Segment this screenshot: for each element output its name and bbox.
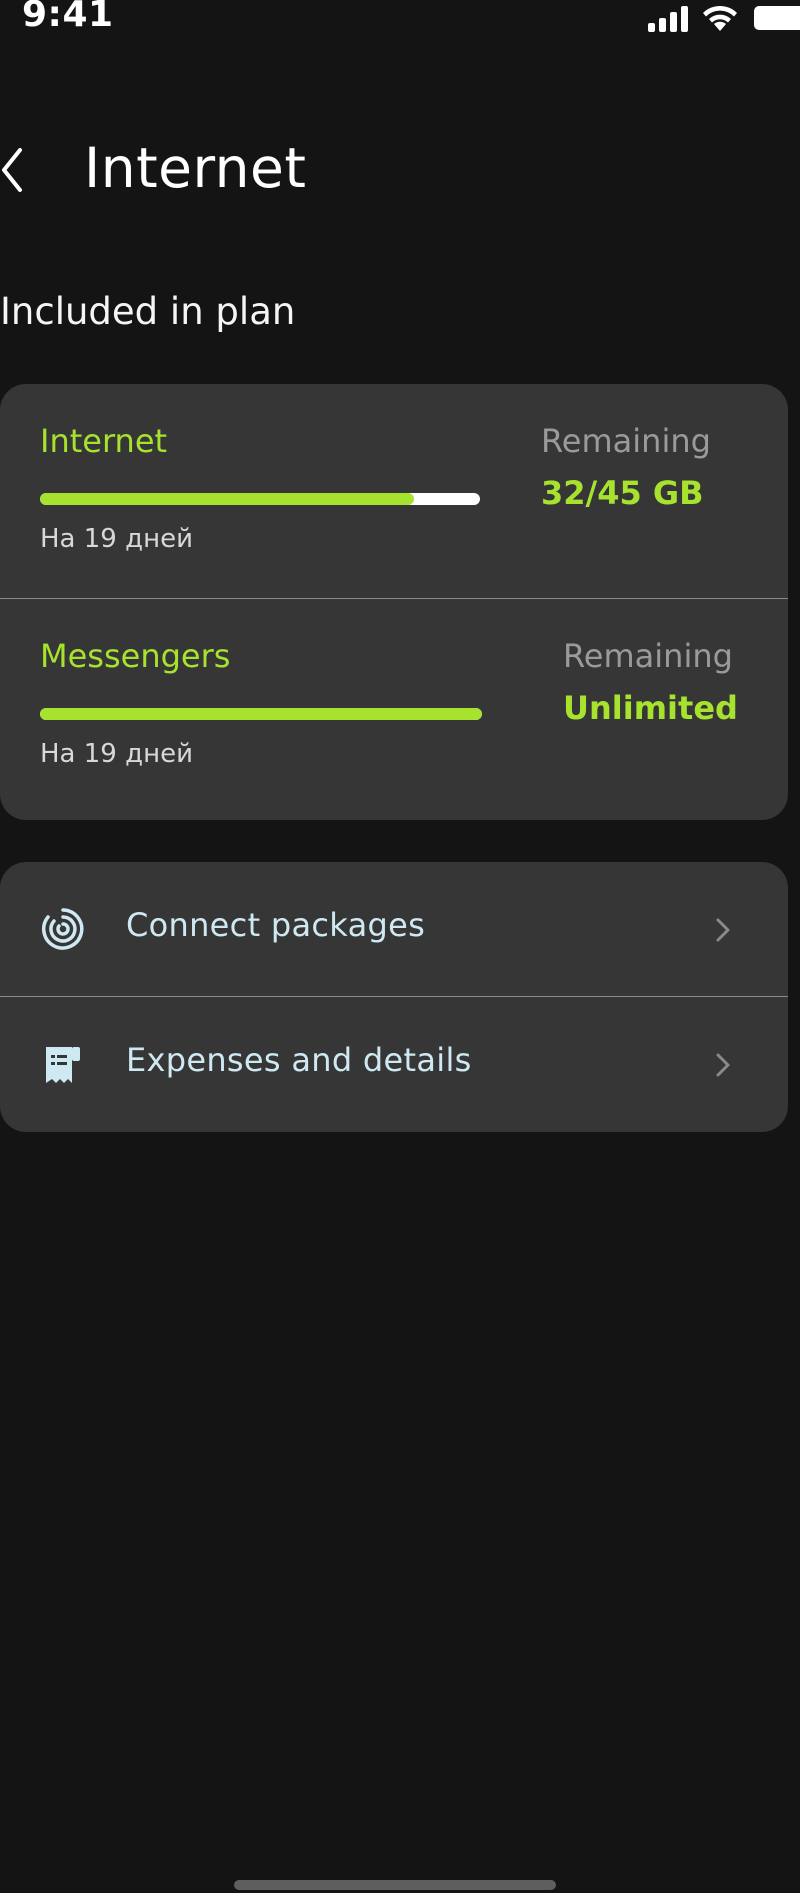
wifi-icon [703,5,737,31]
action-label: Connect packages [126,906,426,944]
progress-bar-fill [40,493,414,505]
remaining-value: 32/45 GB [541,474,704,512]
progress-bar [40,708,482,720]
actions-card: Connect packages Expenses and details [0,862,788,1132]
progress-bar [40,493,480,505]
status-time: 9:41 [22,0,114,35]
expenses-details-row[interactable]: Expenses and details [0,997,788,1131]
plan-item-name: Internet [40,422,168,460]
page-title: Internet [84,136,307,200]
remaining-label: Remaining [563,637,733,675]
plan-item-period: На 19 дней [40,524,193,554]
status-bar: 9:41 [0,0,800,36]
packages-icon [42,908,84,950]
section-title: Included in plan [0,290,296,333]
chevron-right-icon [716,1053,730,1077]
plan-item-messengers[interactable]: Messengers На 19 дней Remaining Unlimite… [0,599,788,813]
receipt-icon [46,1047,80,1083]
chevron-right-icon [716,918,730,942]
back-arrow-icon[interactable] [0,146,26,194]
home-indicator [234,1880,556,1890]
plan-item-name: Messengers [40,637,231,675]
plan-card: Internet На 19 дней Remaining 32/45 GB M… [0,384,788,820]
remaining-label: Remaining [541,422,711,460]
connect-packages-row[interactable]: Connect packages [0,862,788,996]
plan-item-period: На 19 дней [40,739,193,769]
screen: 9:41 Internet Included in plan Internet … [0,0,800,1893]
plan-item-internet[interactable]: Internet На 19 дней Remaining 32/45 GB [0,384,788,598]
remaining-value: Unlimited [563,689,738,727]
battery-icon [754,6,800,30]
progress-bar-fill [40,708,482,720]
header: Internet [0,128,800,212]
action-label: Expenses and details [126,1041,472,1079]
cellular-signal-icon [648,6,688,32]
